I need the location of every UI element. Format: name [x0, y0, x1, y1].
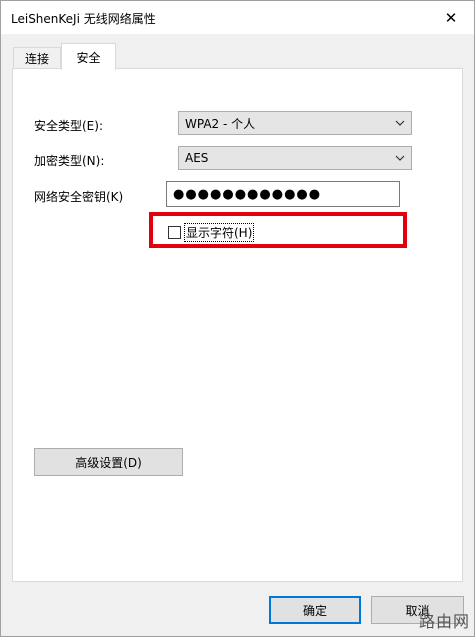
checkbox-box[interactable]: [168, 226, 181, 239]
security-type-value: WPA2 - 个人: [185, 116, 256, 131]
encryption-type-label: 加密类型(N):: [34, 154, 105, 168]
close-button[interactable]: ✕: [428, 1, 474, 34]
security-panel: 安全类型(E): WPA2 - 个人 加密类型(N): AES 网络安全密钥(K…: [12, 68, 463, 582]
chevron-down-icon: [395, 155, 405, 161]
watermark-text: 路由网: [418, 612, 470, 631]
tab-connection-label: 连接: [24, 52, 49, 66]
tab-security-label: 安全: [76, 50, 101, 65]
ok-label: 确定: [302, 603, 327, 618]
ok-button[interactable]: 确定: [269, 596, 361, 624]
encryption-type-select[interactable]: AES: [178, 146, 412, 170]
network-key-input[interactable]: ●●●●●●●●●●●●: [166, 181, 400, 207]
tab-connection[interactable]: 连接: [13, 47, 61, 69]
network-key-value: ●●●●●●●●●●●●: [173, 186, 322, 202]
tab-security[interactable]: 安全: [61, 43, 116, 70]
advanced-settings-button[interactable]: 高级设置(D): [34, 448, 183, 476]
show-characters-checkbox[interactable]: 显示字符(H): [168, 223, 255, 242]
title-bar: LeiShenKeJi 无线网络属性 ✕: [1, 1, 474, 34]
encryption-type-value: AES: [185, 151, 209, 165]
security-type-label: 安全类型(E):: [34, 119, 103, 133]
show-characters-label: 显示字符(H): [184, 223, 255, 242]
wireless-properties-dialog: LeiShenKeJi 无线网络属性 ✕ 连接 安全 安全类型(E): WPA2…: [0, 0, 475, 637]
chevron-down-icon: [395, 120, 405, 126]
close-icon: ✕: [444, 8, 458, 27]
window-title: LeiShenKeJi 无线网络属性: [11, 12, 156, 26]
security-type-select[interactable]: WPA2 - 个人: [178, 111, 412, 135]
network-key-label: 网络安全密钥(K): [34, 190, 124, 204]
advanced-settings-label: 高级设置(D): [75, 455, 142, 470]
